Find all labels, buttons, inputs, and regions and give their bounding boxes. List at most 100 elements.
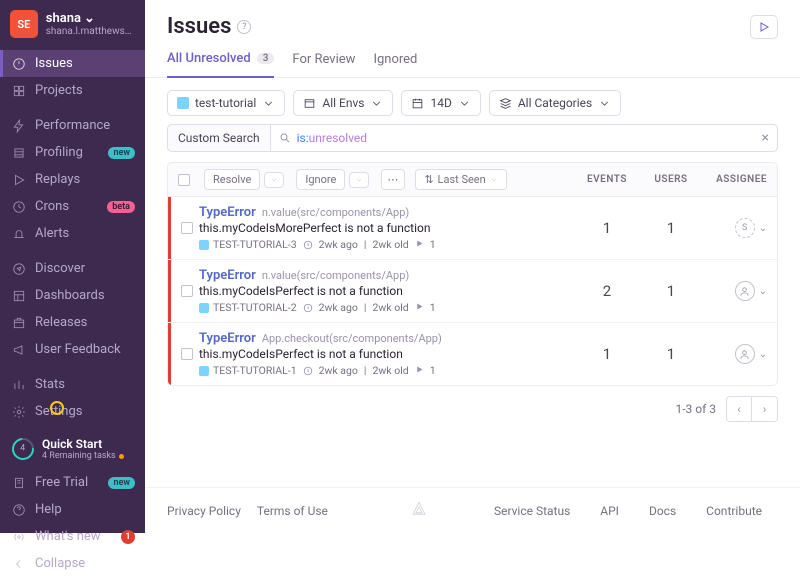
nav-freetrial[interactable]: Free Trial new	[0, 469, 145, 496]
chevron-down-icon[interactable]: ⌄	[759, 349, 767, 360]
nav-label: Collapse	[35, 556, 85, 571]
beta-badge: beta	[107, 201, 135, 213]
more-actions-button[interactable]: ⋯	[381, 169, 405, 190]
select-all-checkbox[interactable]	[178, 174, 190, 186]
replay-icon	[415, 238, 424, 251]
nav-label: Crons	[35, 199, 69, 214]
nav-alerts[interactable]: Alerts	[0, 220, 145, 247]
chevron-down-icon	[458, 97, 471, 110]
footer-privacy[interactable]: Privacy Policy	[167, 504, 241, 518]
issue-env[interactable]: TEST-TUTORIAL-1	[199, 364, 297, 377]
issue-description: this.myCodeIsMorePerfect is not a functi…	[199, 221, 573, 235]
ignore-more-button[interactable]	[349, 172, 369, 188]
nav-label: Performance	[35, 118, 110, 133]
assign-button[interactable]	[735, 344, 755, 364]
nav-help[interactable]: Help	[0, 496, 145, 523]
events-count[interactable]: 1	[577, 345, 637, 363]
compass-icon	[12, 262, 26, 276]
severity-indicator	[168, 197, 171, 259]
org-switcher[interactable]: SE shana⌄ shana.l.matthews@...	[0, 0, 145, 46]
nav-label: Help	[35, 502, 62, 517]
clock-icon	[303, 240, 313, 250]
env-filter[interactable]: All Envs	[293, 90, 393, 116]
issue-title-link[interactable]: TypeError	[199, 205, 256, 220]
issue-title-link[interactable]: TypeError	[199, 268, 256, 283]
sentry-logo-icon	[410, 500, 428, 521]
nav-discover[interactable]: Discover	[0, 255, 145, 282]
col-assignee: ASSIGNEE	[705, 174, 767, 185]
nav-releases[interactable]: Releases	[0, 309, 145, 336]
chevron-down-icon: ⌄	[84, 11, 95, 26]
custom-search-label[interactable]: Custom Search	[167, 124, 270, 152]
quickstart-title: Quick Start	[42, 437, 124, 451]
severity-indicator	[168, 323, 171, 385]
clock-icon	[303, 303, 313, 313]
info-icon[interactable]: ?	[237, 20, 251, 34]
replay-onboarding-button[interactable]	[750, 15, 778, 39]
users-count[interactable]: 1	[641, 282, 701, 300]
lightning-icon	[12, 119, 26, 133]
nav-label: Discover	[35, 261, 85, 276]
users-count[interactable]: 1	[641, 219, 701, 237]
footer-status[interactable]: Service Status	[494, 504, 570, 518]
nav-feedback[interactable]: User Feedback	[0, 336, 145, 363]
chevron-down-icon	[490, 176, 498, 184]
footer-docs[interactable]: Docs	[649, 504, 676, 518]
replay-icon	[415, 301, 424, 314]
category-filter[interactable]: All Categories	[489, 90, 621, 116]
nav-replays[interactable]: Replays	[0, 166, 145, 193]
issue-row: TypeError n.value(src/components/App) th…	[168, 260, 777, 323]
next-page-button[interactable]: ›	[752, 396, 778, 422]
nav-whatsnew[interactable]: What's new 1	[0, 523, 145, 550]
nav-stats[interactable]: Stats	[0, 371, 145, 398]
nav-settings[interactable]: Settings	[0, 398, 145, 425]
footer-contribute[interactable]: Contribute	[706, 504, 762, 518]
search-input[interactable]: is:unresolved ×	[270, 124, 778, 152]
nav-crons[interactable]: Crons beta	[0, 193, 145, 220]
assign-button[interactable]	[735, 281, 755, 301]
clock-icon	[12, 200, 26, 214]
prev-page-button[interactable]: ‹	[726, 396, 752, 422]
footer-terms[interactable]: Terms of Use	[257, 504, 328, 518]
issues-icon	[12, 57, 26, 71]
sort-button[interactable]: ⇅ Last Seen	[415, 169, 506, 190]
users-count[interactable]: 1	[641, 345, 701, 363]
resolve-more-button[interactable]	[264, 172, 284, 188]
calendar-icon	[411, 97, 424, 110]
issue-title-link[interactable]: TypeError	[199, 331, 256, 346]
nav-label: What's new	[35, 529, 101, 544]
issue-row: TypeError n.value(src/components/App) th…	[168, 197, 777, 260]
nav-collapse[interactable]: Collapse	[0, 550, 145, 577]
nav-dashboards[interactable]: Dashboards	[0, 282, 145, 309]
tab-review[interactable]: For Review	[292, 47, 355, 77]
chevron-down-icon[interactable]: ⌄	[759, 286, 767, 297]
nav-performance[interactable]: Performance	[0, 112, 145, 139]
events-count[interactable]: 2	[577, 282, 637, 300]
project-filter[interactable]: test-tutorial	[167, 90, 285, 116]
resolve-button[interactable]: Resolve	[204, 169, 260, 190]
tab-count: 3	[257, 53, 275, 64]
tab-ignored[interactable]: Ignored	[373, 47, 417, 77]
footer-api[interactable]: API	[600, 504, 619, 518]
time-filter[interactable]: 14D	[401, 90, 480, 116]
org-badge: SE	[10, 10, 38, 38]
footer: Privacy Policy Terms of Use Service Stat…	[145, 487, 800, 533]
issue-age-seen: 2wk ago	[319, 238, 358, 251]
issue-env[interactable]: TEST-TUTORIAL-2	[199, 301, 297, 314]
suggested-assignee-avatar[interactable]: S	[735, 218, 755, 238]
clear-search-icon[interactable]: ×	[762, 130, 769, 146]
row-checkbox[interactable]	[181, 348, 193, 360]
chevron-down-icon[interactable]: ⌄	[759, 223, 767, 234]
nav-profiling[interactable]: Profiling new	[0, 139, 145, 166]
row-checkbox[interactable]	[181, 285, 193, 297]
issue-env[interactable]: TEST-TUTORIAL-3	[199, 238, 297, 251]
nav-projects[interactable]: Projects	[0, 77, 145, 104]
quickstart[interactable]: 4 Quick Start 4 Remaining tasks	[0, 429, 145, 469]
replay-count: 1	[430, 301, 436, 314]
events-count[interactable]: 1	[577, 219, 637, 237]
sort-icon: ⇅	[424, 173, 433, 186]
tab-unresolved[interactable]: All Unresolved 3	[167, 47, 274, 78]
row-checkbox[interactable]	[181, 222, 193, 234]
nav-issues[interactable]: Issues	[0, 50, 145, 77]
ignore-button[interactable]: Ignore	[296, 169, 345, 190]
